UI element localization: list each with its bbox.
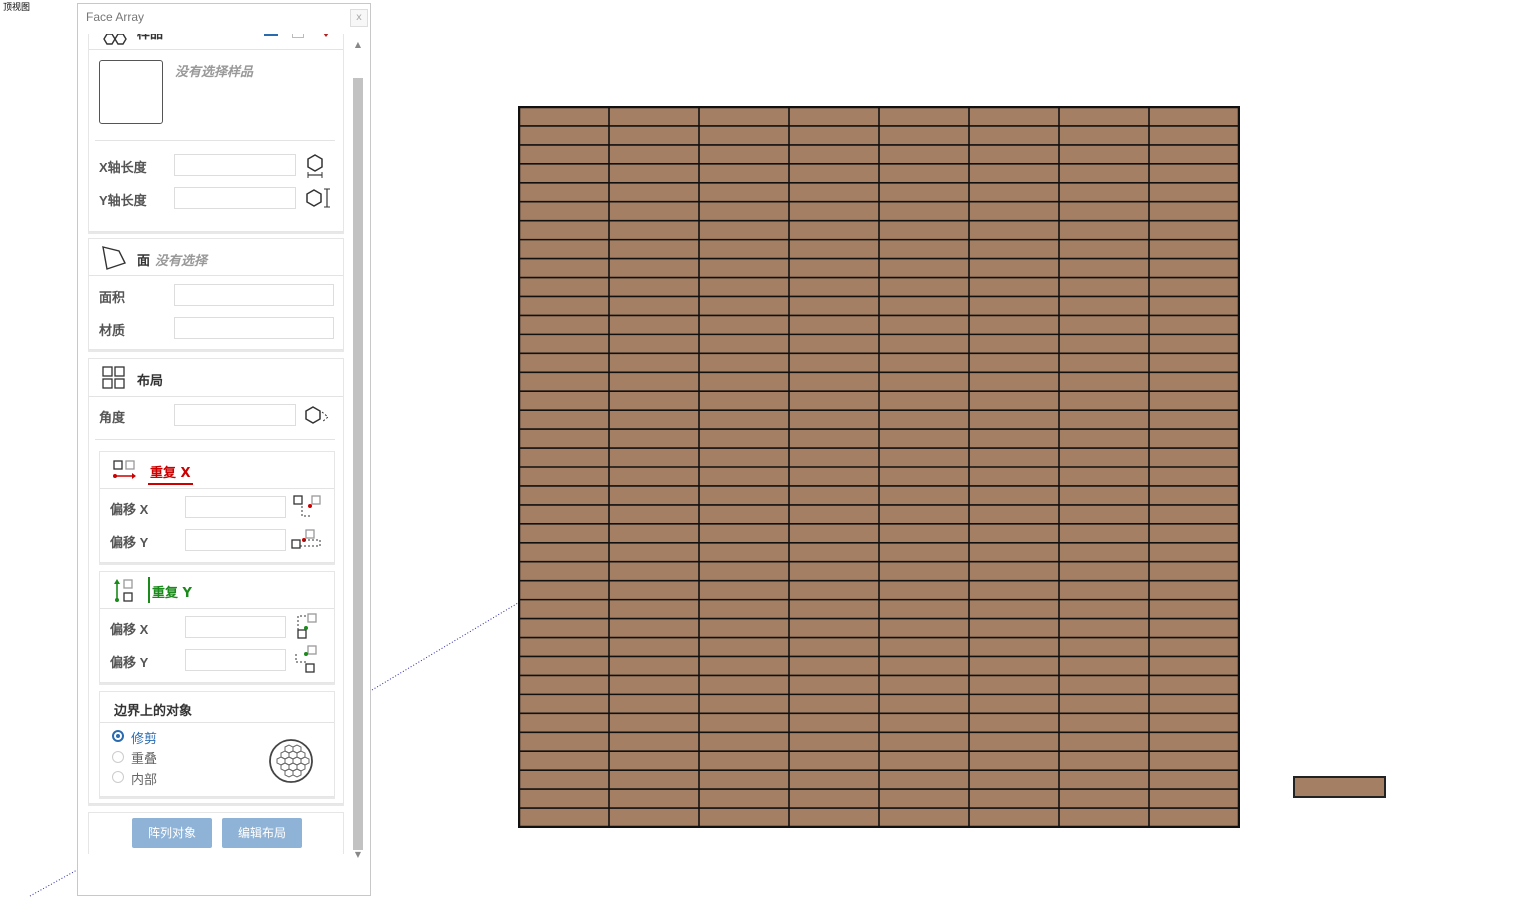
sample-frame-icon[interactable] <box>292 34 304 38</box>
array-objects-button[interactable]: 阵列对象 <box>132 818 212 848</box>
radio-inside-label[interactable]: 内部 <box>131 769 157 788</box>
layout-header-divider <box>89 396 343 397</box>
repeat-x-icon <box>113 460 136 479</box>
radio-overlap[interactable] <box>112 751 124 763</box>
boundary-divider <box>100 722 334 723</box>
trim-preview-icon <box>269 739 313 783</box>
repeat-y-icon <box>114 579 133 602</box>
boundary-card: 边界上的对象 修剪 重叠 内部 <box>99 691 335 797</box>
face-polygon-icon <box>102 246 126 270</box>
repeat-x-offset-x-input[interactable] <box>185 496 286 518</box>
layout-title: 布局 <box>137 374 164 389</box>
edit-layout-button[interactable]: 编辑布局 <box>222 818 302 848</box>
repeat-y-offset-x-input[interactable] <box>185 616 286 638</box>
y-length-input[interactable] <box>174 187 296 209</box>
sample-header-divider <box>89 49 343 50</box>
repeat-x-card: 重复 X 偏移 X 偏移 Y <box>99 451 335 563</box>
sample-plank[interactable] <box>1293 776 1386 798</box>
repeat-y-offset-y-label: 偏移 Y <box>110 655 149 670</box>
radio-trim-label[interactable]: 修剪 <box>131 728 157 747</box>
angle-label: 角度 <box>99 410 126 425</box>
sample-title: 样品 <box>137 34 164 42</box>
y-length-label: Y轴长度 <box>99 193 147 208</box>
x-length-label: X轴长度 <box>99 160 147 175</box>
repeat-x-offset-x-label: 偏移 X <box>110 502 149 517</box>
measure-y-icon[interactable] <box>305 187 331 209</box>
repeat-x-tab[interactable]: 重复 X <box>148 462 193 485</box>
area-label: 面积 <box>99 290 126 305</box>
sample-divider <box>95 140 335 141</box>
repeat-y-offset-y-pick-icon[interactable] <box>292 644 322 676</box>
face-no-selection: 没有选择 <box>155 254 208 269</box>
radio-overlap-label[interactable]: 重叠 <box>131 748 157 767</box>
repeat-y-tab-marker <box>148 577 150 603</box>
repeat-y-offset-x-pick-icon[interactable] <box>294 612 322 642</box>
layout-grid-icon <box>102 366 125 389</box>
face-header-divider <box>89 275 343 276</box>
repeat-x-offset-y-label: 偏移 Y <box>110 535 149 550</box>
panel-scrollbar[interactable]: ▲ ▼ <box>352 40 364 860</box>
sample-preview-box[interactable] <box>99 60 163 124</box>
face-array-panel: Face Array x 样品 没有选择样品 X轴长度 Y轴长度 面 没有选择 … <box>77 3 371 896</box>
panel-scroll-area: 样品 没有选择样品 X轴长度 Y轴长度 面 没有选择 面积 材质 布局 角度 重… <box>88 34 344 854</box>
rotate-angle-icon[interactable] <box>303 403 331 427</box>
material-label: 材质 <box>99 323 126 338</box>
angle-divider <box>95 439 335 440</box>
sample-pick-icon[interactable] <box>264 34 278 36</box>
panel-title: Face Array <box>86 10 145 24</box>
sample-hex-icon <box>103 34 127 45</box>
actions-card: 阵列对象 编辑布局 <box>88 812 344 854</box>
repeat-x-divider <box>100 488 334 489</box>
repeat-y-offset-y-input[interactable] <box>185 649 286 671</box>
tile-array-svg <box>517 105 1241 829</box>
sample-dropdown-icon[interactable] <box>320 34 332 37</box>
radio-trim[interactable] <box>112 730 124 742</box>
face-title: 面 <box>137 254 151 269</box>
sample-no-selection: 没有选择样品 <box>175 65 254 80</box>
angle-input[interactable] <box>174 404 296 426</box>
scroll-up-icon[interactable]: ▲ <box>352 40 364 52</box>
tile-array-grid[interactable] <box>517 105 1241 832</box>
measure-x-icon[interactable] <box>305 153 325 179</box>
layout-card: 布局 角度 重复 X 偏移 X 偏移 Y 重复 Y 偏移 X 偏移 Y 边界上的… <box>88 358 344 804</box>
area-input[interactable] <box>174 284 334 306</box>
scroll-thumb[interactable] <box>353 78 363 850</box>
close-button[interactable]: x <box>350 9 368 27</box>
repeat-y-divider <box>100 608 334 609</box>
radio-inside[interactable] <box>112 771 124 783</box>
material-input[interactable] <box>174 317 334 339</box>
repeat-y-tab[interactable]: 重复 Y <box>152 582 192 601</box>
scroll-down-icon[interactable]: ▼ <box>352 850 364 862</box>
face-card: 面 没有选择 面积 材质 <box>88 238 344 350</box>
repeat-y-card: 重复 Y 偏移 X 偏移 Y <box>99 571 335 683</box>
offset-x-pick-icon[interactable] <box>292 494 322 520</box>
offset-y-pick-icon[interactable] <box>290 528 324 554</box>
boundary-title: 边界上的对象 <box>114 704 193 719</box>
x-length-input[interactable] <box>174 154 296 176</box>
sample-card: 样品 没有选择样品 X轴长度 Y轴长度 <box>88 34 344 232</box>
repeat-x-offset-y-input[interactable] <box>185 529 286 551</box>
repeat-y-offset-x-label: 偏移 X <box>110 622 149 637</box>
